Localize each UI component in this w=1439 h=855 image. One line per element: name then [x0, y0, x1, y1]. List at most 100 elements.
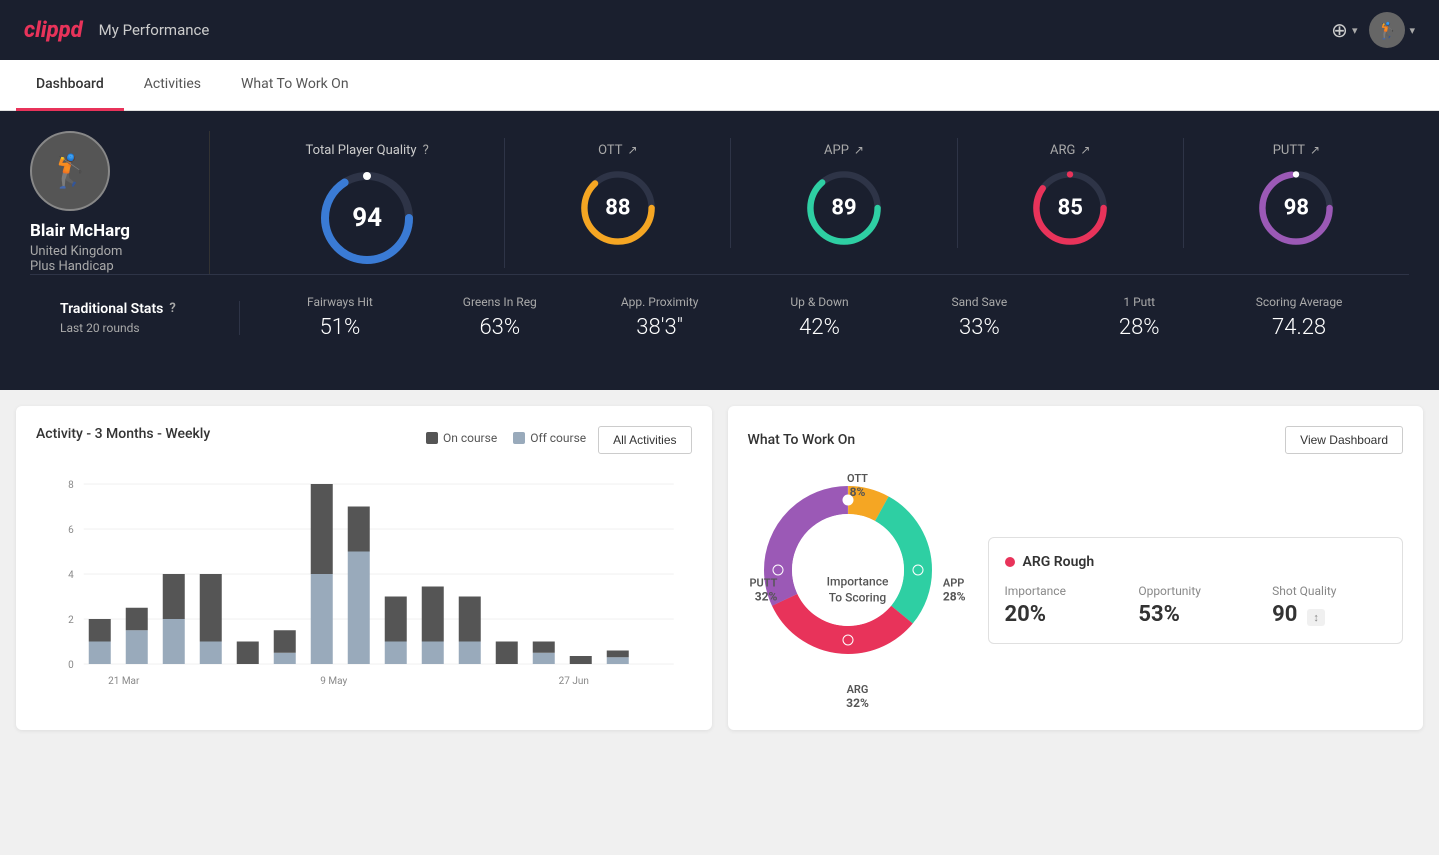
arg-label-row: ARG ↗: [1050, 143, 1090, 158]
bar-on-8: [348, 507, 370, 552]
wtwo-content: ImportanceTo Scoring OTT 8% APP 28% ARG …: [748, 470, 1404, 710]
tab-activities[interactable]: Activities: [124, 60, 221, 111]
ott-segment-label: OTT 8%: [847, 472, 868, 499]
view-dashboard-button[interactable]: View Dashboard: [1285, 426, 1403, 454]
bar-on-10: [422, 587, 444, 642]
app-arrow-icon: ↗: [854, 143, 864, 157]
bar-off-6: [274, 653, 296, 664]
opportunity-metric: Opportunity 53%: [1138, 584, 1252, 627]
trad-greens: Greens In Reg 63%: [420, 295, 580, 340]
total-quality-block: Total Player Quality ? 94: [230, 138, 505, 268]
trad-updown: Up & Down 42%: [740, 295, 900, 340]
svg-text:2: 2: [68, 615, 74, 626]
bar-on-12: [496, 642, 518, 665]
wtwo-header: What To Work On View Dashboard: [748, 426, 1404, 454]
bar-on-7: [311, 484, 333, 574]
metric-arg: ARG ↗ 85: [958, 138, 1184, 248]
bar-off-1: [89, 642, 111, 665]
bar-off-13: [533, 653, 555, 664]
legend-on-course: On course: [426, 431, 497, 445]
chart-area: 8 6 4 2 0: [36, 474, 692, 694]
trad-items: Fairways Hit 51% Greens In Reg 63% App. …: [240, 295, 1379, 340]
user-avatar[interactable]: 🏌 ▾: [1369, 12, 1415, 48]
putt-value: 98: [1284, 195, 1309, 220]
ott-gauge: 88: [578, 168, 658, 248]
metrics-row: Total Player Quality ? 94 OTT ↗: [210, 138, 1409, 268]
tpq-label-row: Total Player Quality ?: [305, 143, 428, 158]
trad-title: Traditional Stats ?: [60, 301, 219, 317]
svg-text:8: 8: [68, 480, 74, 491]
metric-putt: PUTT ↗ 98: [1184, 138, 1409, 248]
activity-panel: Activity - 3 Months - Weekly On course O…: [16, 406, 712, 730]
wtwo-title: What To Work On: [748, 432, 856, 448]
detail-metrics: Importance 20% Opportunity 53% Shot Qual…: [1005, 584, 1387, 627]
ott-label-row: OTT ↗: [598, 143, 637, 158]
bar-on-6: [274, 630, 296, 653]
tpq-info-icon[interactable]: ?: [423, 143, 429, 158]
arg-value: 85: [1058, 195, 1083, 220]
header-right: ⊕ ▾ 🏌 ▾: [1331, 12, 1415, 48]
activity-chart-svg: 8 6 4 2 0: [36, 474, 692, 694]
detail-card: ARG Rough Importance 20% Opportunity 53%…: [988, 537, 1404, 644]
shot-quality-badge: ↕: [1307, 609, 1325, 626]
putt-gauge: 98: [1256, 168, 1336, 248]
chart-legend: On course Off course: [426, 431, 586, 445]
on-course-dot: [426, 432, 438, 444]
bar-off-9: [385, 642, 407, 665]
svg-text:4: 4: [68, 570, 74, 581]
trad-scoring: Scoring Average 74.28: [1219, 295, 1379, 340]
bar-on-15: [607, 651, 629, 658]
putt-label-row: PUTT ↗: [1273, 143, 1320, 158]
putt-segment-label: PUTT 32%: [750, 577, 778, 604]
tab-dashboard[interactable]: Dashboard: [16, 60, 124, 111]
metric-ott: OTT ↗ 88: [505, 138, 731, 248]
bottom-row: Activity - 3 Months - Weekly On course O…: [0, 390, 1439, 746]
bar-on-13: [533, 642, 555, 653]
header: clippd My Performance ⊕ ▾ 🏌 ▾: [0, 0, 1439, 60]
performance-panel: 🏌 Blair McHarg United Kingdom Plus Handi…: [0, 111, 1439, 390]
trad-1putt: 1 Putt 28%: [1059, 295, 1219, 340]
avatar-image: 🏌: [1369, 12, 1405, 48]
bar-off-2: [126, 630, 148, 664]
player-country: United Kingdom: [30, 244, 122, 259]
activity-controls: On course Off course All Activities: [426, 426, 692, 454]
total-quality-value: 94: [352, 203, 382, 233]
activity-title: Activity - 3 Months - Weekly: [36, 426, 210, 442]
bar-on-9: [385, 597, 407, 642]
arg-arrow-icon: ↗: [1080, 143, 1090, 157]
svg-text:6: 6: [68, 525, 74, 536]
trad-label-block: Traditional Stats ? Last 20 rounds: [60, 301, 240, 335]
bar-off-11: [459, 642, 481, 665]
arg-label: ARG: [1050, 143, 1075, 158]
header-title: My Performance: [99, 21, 210, 39]
donut-area: ImportanceTo Scoring OTT 8% APP 28% ARG …: [748, 470, 968, 710]
all-activities-button[interactable]: All Activities: [598, 426, 691, 454]
app-gauge: 89: [804, 168, 884, 248]
putt-arrow-icon: ↗: [1310, 143, 1320, 157]
traditional-stats: Traditional Stats ? Last 20 rounds Fairw…: [30, 274, 1409, 360]
bar-on-1: [89, 619, 111, 642]
logo: clippd: [24, 18, 83, 43]
bar-off-8: [348, 552, 370, 665]
wtwo-panel: What To Work On View Dashboard: [728, 406, 1424, 730]
app-label: APP: [824, 143, 849, 158]
perf-top: 🏌 Blair McHarg United Kingdom Plus Handi…: [30, 131, 1409, 274]
tpq-label: Total Player Quality: [305, 143, 416, 158]
importance-metric: Importance 20%: [1005, 584, 1119, 627]
arg-segment-label: ARG 32%: [846, 683, 869, 710]
bar-off-10: [422, 642, 444, 665]
header-left: clippd My Performance: [24, 18, 209, 43]
trad-fairways: Fairways Hit 51%: [260, 295, 420, 340]
bar-off-15: [607, 657, 629, 664]
total-quality-gauge: 94: [317, 168, 417, 268]
donut-svg: [748, 470, 948, 670]
app-label-row: APP ↗: [824, 143, 864, 158]
trad-info-icon[interactable]: ?: [169, 301, 175, 316]
nav-tabs: Dashboard Activities What To Work On: [0, 60, 1439, 111]
bar-off-7: [311, 574, 333, 664]
player-info: 🏌 Blair McHarg United Kingdom Plus Handi…: [30, 131, 210, 274]
tab-what-to-work-on[interactable]: What To Work On: [221, 60, 369, 111]
svg-text:0: 0: [68, 660, 74, 671]
add-icon[interactable]: ⊕ ▾: [1331, 18, 1357, 42]
svg-text:21 Mar: 21 Mar: [108, 676, 140, 687]
